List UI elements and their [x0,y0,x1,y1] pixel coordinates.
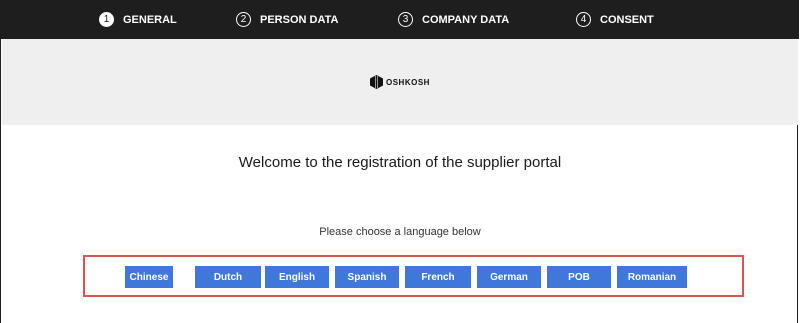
step-label: CONSENT [600,13,654,26]
language-button-romanian[interactable]: Romanian [617,266,687,288]
language-button-german[interactable]: German [477,266,541,288]
language-prompt: Please choose a language below [319,226,481,238]
language-button-pob[interactable]: POB [547,266,611,288]
step-number-badge: 1 [99,12,114,27]
step-number-badge: 3 [398,12,413,27]
language-button-english[interactable]: English [265,266,329,288]
step-number-badge: 2 [236,12,251,27]
step-company-data[interactable]: 3 COMPANY DATA [398,0,509,39]
language-button-french[interactable]: French [405,266,471,288]
step-consent[interactable]: 4 CONSENT [576,0,654,39]
step-label: COMPANY DATA [422,13,510,26]
oshkosh-logo-icon [370,75,383,89]
step-person-data[interactable]: 2 PERSON DATA [236,0,338,39]
language-button-spanish[interactable]: Spanish [335,266,399,288]
step-label: GENERAL [123,13,177,26]
step-label: PERSON DATA [260,13,339,26]
step-progress-bar: 1 GENERAL 2 PERSON DATA 3 COMPANY DATA 4… [1,0,799,39]
logo-wordmark: OSHKOSH [386,77,430,87]
language-button-dutch[interactable]: Dutch [195,266,261,288]
logo-header: OSHKOSH [2,39,798,125]
welcome-heading: Welcome to the registration of the suppl… [238,154,562,171]
step-number-badge: 4 [576,12,591,27]
language-button-chinese[interactable]: Chinese [125,266,173,288]
oshkosh-logo: OSHKOSH [370,75,430,89]
registration-page: 1 GENERAL 2 PERSON DATA 3 COMPANY DATA 4… [0,0,799,323]
step-general[interactable]: 1 GENERAL [99,0,177,39]
